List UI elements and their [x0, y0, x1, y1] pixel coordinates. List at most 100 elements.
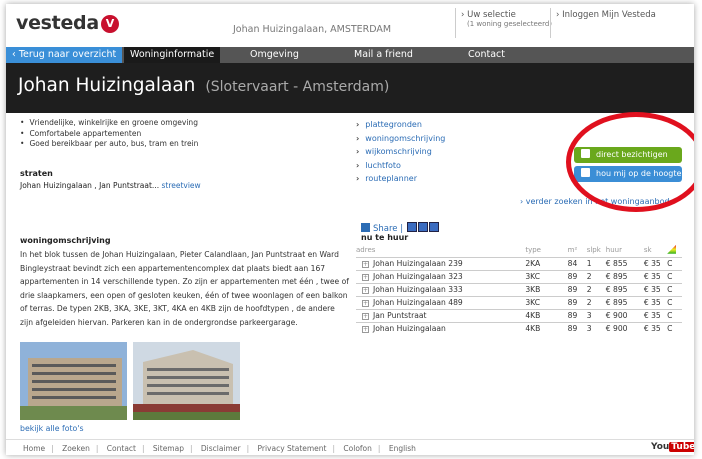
cell-adres: + Johan Huizingalaan 239 — [356, 256, 526, 270]
woningomschrijving-text: In het blok tussen de Johan Huizingalaan… — [20, 250, 349, 327]
site-footer: Home | Zoeken | Contact | Sitemap | Disclaim… — [6, 439, 694, 455]
link-label: plattegronden — [365, 120, 422, 129]
footer-link-privacy[interactable]: Privacy Statement — [257, 444, 326, 453]
cell-adres-text: Johan Huizingalaan 333 — [373, 285, 463, 294]
woningomschrijving-heading: woningomschrijving — [20, 236, 111, 245]
link-woningomschrijving[interactable]: › woningomschrijving — [356, 132, 445, 146]
col-type: type — [525, 246, 541, 255]
cell-huur: € 895 — [605, 295, 644, 309]
cell-slpk: 2 — [586, 295, 606, 309]
main-nav: ‹ Terug naar overzicht Woninginformatie … — [6, 47, 694, 63]
footer-separator: | — [51, 444, 54, 453]
cell-type: 2KA — [525, 256, 568, 270]
logo-mark-icon: V — [100, 15, 119, 33]
cell-m2: 84 — [567, 256, 587, 270]
cell-sk: € 35 — [643, 321, 668, 335]
link-plattegronden[interactable]: › plattegronden — [356, 118, 445, 132]
info-links: › plattegronden › woningomschrijving › wijk… — [356, 118, 445, 186]
table-row[interactable]: + Johan Huizingalaan 489 3KC 89 2 € 895 €… — [356, 295, 682, 309]
tab-mail-a-friend[interactable]: Mail a friend — [348, 47, 419, 63]
expand-icon[interactable]: + — [362, 313, 369, 320]
tab-omgeving[interactable]: Omgeving — [244, 47, 305, 63]
footer-link-colofon[interactable]: Colofon — [343, 444, 371, 453]
straten-heading: straten — [20, 169, 53, 178]
cell-energy: C — [667, 308, 682, 322]
header-divider — [550, 8, 551, 38]
table-row[interactable]: + Jan Puntstraat 4KB 89 3 € 900 € 35 C — [356, 308, 682, 322]
expand-icon[interactable]: + — [362, 326, 369, 334]
expand-icon[interactable]: + — [362, 274, 369, 281]
cell-m2: 89 — [567, 269, 587, 283]
cell-sk: € 35 — [643, 269, 668, 283]
footer-link-sitemap[interactable]: Sitemap — [153, 444, 184, 453]
expand-icon[interactable]: + — [362, 300, 369, 307]
table-row[interactable]: + Johan Huizingalaan 239 2KA 84 1 € 855 €… — [356, 256, 682, 270]
login-link[interactable]: › Inloggen Mijn Vesteda — [556, 10, 656, 20]
footer-separator: | — [332, 444, 336, 453]
expand-icon[interactable]: + — [362, 261, 369, 268]
col-energy — [667, 244, 682, 257]
building-photo-1[interactable] — [20, 342, 127, 420]
link-routeplanner[interactable]: › routeplanner — [356, 172, 445, 186]
page-title: Johan Huizingalaan (Slotervaart - Amster… — [18, 75, 389, 96]
cell-energy: C — [667, 269, 682, 283]
view-all-photos-link[interactable]: bekijk alle foto's — [20, 424, 84, 433]
cell-adres-text: Jan Puntstraat — [373, 311, 427, 320]
footer-separator: | — [141, 444, 145, 453]
youtube-logo[interactable]: You Tube — [651, 442, 694, 452]
streetview-link[interactable]: streetview — [161, 181, 200, 190]
link-label: routeplanner — [365, 174, 417, 183]
link-wijkomschrijving[interactable]: › wijkomschrijving — [356, 145, 445, 159]
cell-adres: + Johan Huizingalaan 489 — [356, 295, 526, 309]
col-sk: sk — [643, 246, 652, 255]
col-slpk: slpk — [586, 246, 601, 255]
straten-value: Johan Huizingalaan , Jan Puntstraat... s… — [20, 181, 201, 190]
link-label: wijkomschrijving — [365, 147, 432, 156]
cell-energy: C — [667, 295, 682, 309]
table-row[interactable]: + Johan Huizingalaan 323 3KC 89 2 € 895 €… — [356, 269, 682, 283]
arrow-right-icon: › — [356, 147, 360, 156]
vesteda-logo[interactable]: vesteda V — [16, 12, 119, 34]
email-icon[interactable] — [417, 222, 428, 232]
table-row[interactable]: + Johan Huizingalaan 333 3KB 89 2 € 895 €… — [356, 282, 682, 296]
verder-zoeken-link[interactable]: › verder zoeken in het woningaanbod — [520, 197, 670, 206]
cell-m2: 89 — [567, 295, 587, 309]
col-huur: huur — [605, 246, 622, 255]
hou-mij-op-de-hoogte-button[interactable]: hou mij op de hoogte — [574, 166, 682, 182]
cell-adres: + Jan Puntstraat — [356, 308, 526, 322]
direct-bezichtigen-button[interactable]: direct bezichtigen — [574, 147, 682, 163]
cell-adres-text: Johan Huizingalaan 239 — [373, 259, 463, 268]
footer-link-zoeken[interactable]: Zoeken — [62, 444, 90, 453]
cell-adres-text: Johan Huizingalaan — [373, 324, 446, 334]
cell-adres: + Johan Huizingalaan 333 — [356, 282, 526, 296]
pdf-icon[interactable] — [428, 222, 439, 232]
footer-link-english[interactable]: English — [389, 444, 416, 453]
footer-link-contact[interactable]: Contact — [107, 444, 136, 453]
tab-woninginformatie[interactable]: Woninginformatie — [124, 47, 221, 63]
verder-label: verder zoeken in het woningaanbod — [525, 197, 670, 206]
expand-icon[interactable]: + — [362, 287, 369, 294]
cell-adres-text: Johan Huizingalaan 489 — [373, 298, 463, 307]
building-photo-2[interactable] — [133, 342, 240, 420]
print-icon[interactable] — [406, 222, 417, 232]
footer-link-disclaimer[interactable]: Disclaimer — [201, 444, 241, 453]
footer-separator: | — [95, 444, 99, 453]
selection-label: Uw selectie — [467, 10, 516, 20]
cell-sk: € 35 — [643, 256, 668, 270]
feature-item: Vriendelijke, winkelrijke en groene omge… — [20, 118, 198, 129]
tab-contact[interactable]: Contact — [462, 47, 511, 63]
cell-huur: € 900 — [605, 308, 644, 322]
feature-item: Goed bereikbaar per auto, bus, tram en t… — [20, 139, 198, 150]
youtube-tube: Tube — [669, 442, 694, 452]
cell-type: 3KC — [525, 295, 568, 309]
share-icon[interactable] — [361, 223, 370, 232]
table-row[interactable]: + Johan Huizingalaan 4KB 89 3 € 900 € 35 … — [356, 321, 682, 335]
selection-link[interactable]: › Uw selectie (1 woning geselecteerd) — [461, 10, 552, 28]
title-name: Johan Huizingalaan — [18, 75, 196, 96]
cell-sk: € 35 — [643, 295, 668, 309]
youtube-you: You — [651, 442, 670, 452]
back-to-overview-link[interactable]: ‹ Terug naar overzicht — [6, 47, 123, 63]
footer-link-home[interactable]: Home — [23, 444, 45, 453]
link-luchtfoto[interactable]: › luchtfoto — [356, 159, 445, 173]
cell-huur: € 900 — [605, 321, 644, 335]
